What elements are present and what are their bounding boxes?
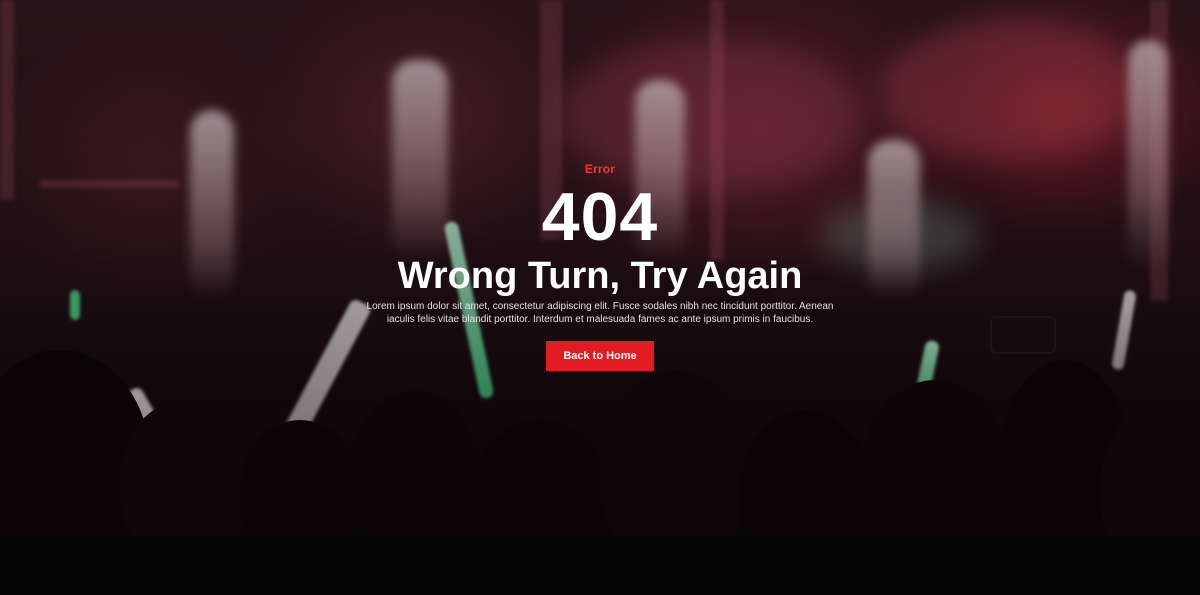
error-code: 404: [541, 179, 659, 255]
error-eyebrow: Error: [584, 162, 616, 176]
error-headline: Wrong Turn, Try Again: [397, 255, 803, 297]
footer-band: [0, 536, 1200, 595]
back-to-home-button[interactable]: Back to Home: [546, 341, 654, 371]
error-description: Lorem ipsum dolor sit amet, consectetur …: [366, 301, 834, 325]
